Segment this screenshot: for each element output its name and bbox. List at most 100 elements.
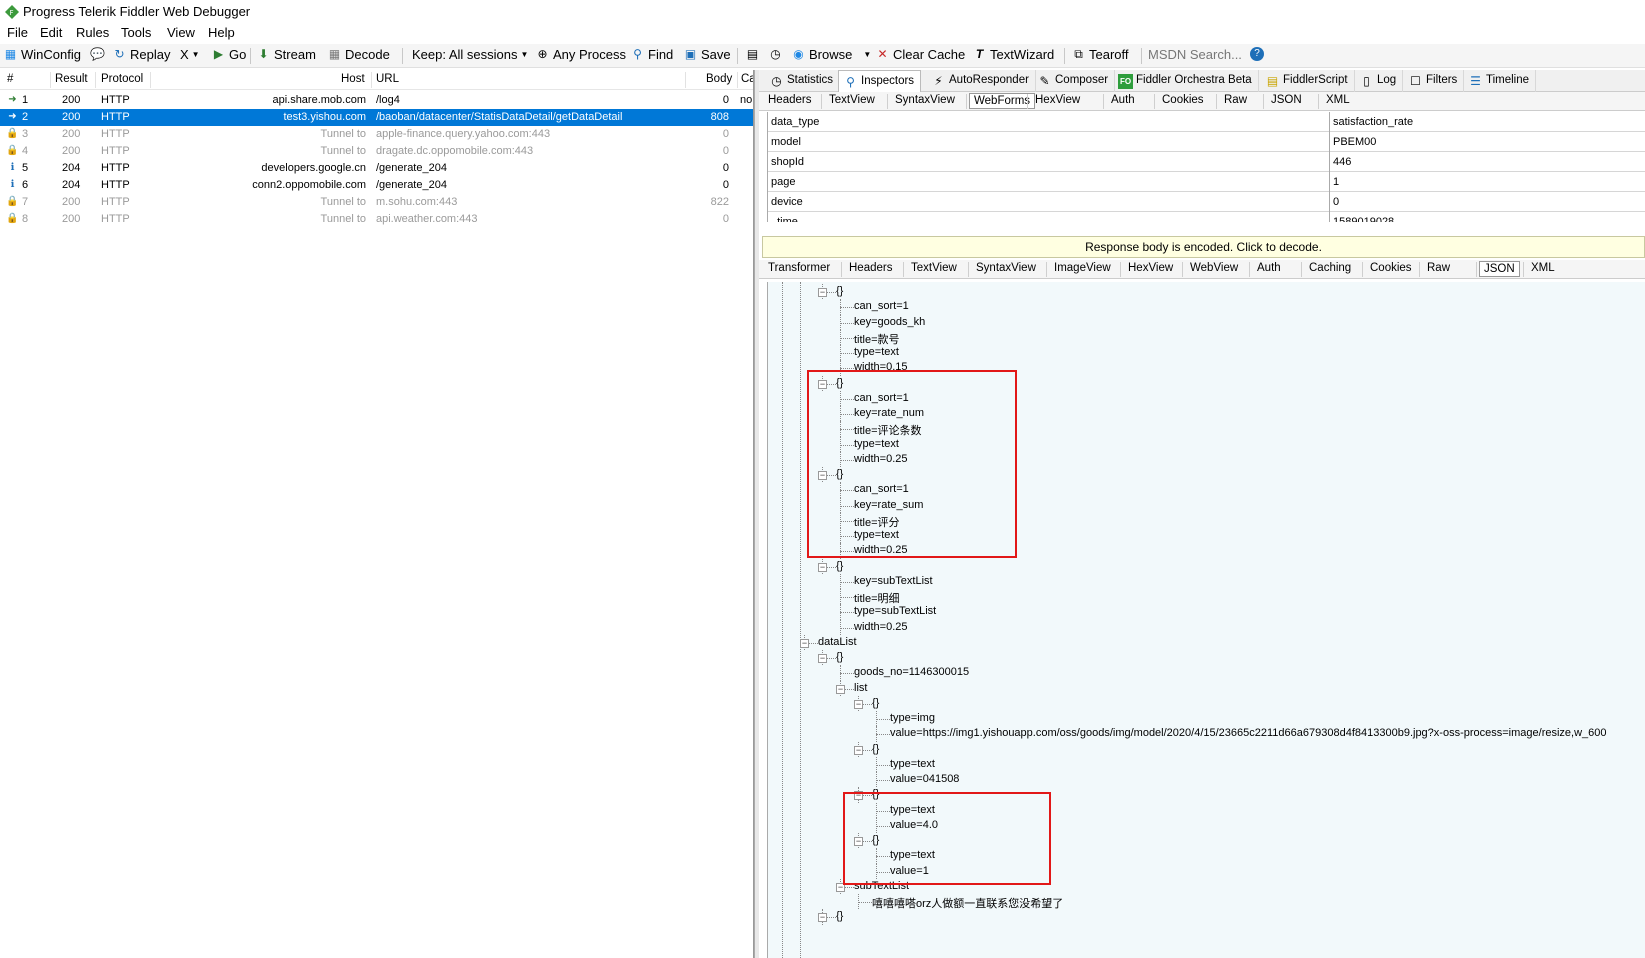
tab-fiddler-orchestra[interactable]: FO Fiddler Orchestra Beta xyxy=(1114,70,1259,92)
tree-node-leaf[interactable]: type=text xyxy=(890,758,935,770)
request-tab-hexview[interactable]: HexView xyxy=(1035,94,1080,106)
tree-node-leaf[interactable]: can_sort=1 xyxy=(854,300,909,312)
session-row[interactable]: ➜ 1 200 HTTP api.share.mob.com/log4 0 no xyxy=(0,92,753,109)
response-tab-xml[interactable]: XML xyxy=(1531,262,1555,274)
tree-node-object[interactable]: {} xyxy=(872,697,879,709)
collapse-toggle-icon[interactable]: − xyxy=(818,288,827,297)
column-url[interactable]: URL xyxy=(376,73,399,85)
session-row[interactable]: ℹ 5 204 HTTP developers.google.cn/generate_2… xyxy=(0,160,753,177)
textwizard-button[interactable]: T TextWizard xyxy=(972,47,1054,62)
keep-sessions-dropdown[interactable]: Keep: All sessions ▼ xyxy=(412,47,528,62)
request-tab-textview[interactable]: TextView xyxy=(829,94,875,106)
request-tab-cookies[interactable]: Cookies xyxy=(1162,94,1204,106)
tree-node-leaf[interactable]: key=subTextList xyxy=(854,575,933,587)
tree-node-leaf[interactable]: type=img xyxy=(890,712,935,724)
msdn-search-input[interactable]: MSDN Search... xyxy=(1148,47,1242,62)
column-divider[interactable] xyxy=(737,72,738,88)
tearoff-button[interactable]: ⧉ Tearoff xyxy=(1071,47,1128,62)
tree-node-leaf[interactable]: type=subTextList xyxy=(854,605,936,617)
webform-row[interactable]: device 0 xyxy=(768,192,1645,212)
response-tab-webview[interactable]: WebView xyxy=(1190,262,1238,274)
find-button[interactable]: ⚲ Find xyxy=(630,47,673,62)
tab-fiddlerscript[interactable]: ▤ FiddlerScript xyxy=(1261,70,1355,92)
menu-view[interactable]: View xyxy=(167,25,195,40)
column-result[interactable]: Result xyxy=(55,73,88,85)
response-tab-raw[interactable]: Raw xyxy=(1427,262,1450,274)
screenshot-button[interactable]: ▤ xyxy=(745,47,760,62)
menu-edit[interactable]: Edit xyxy=(40,25,62,40)
tab-autoresponder[interactable]: ⚡ AutoResponder xyxy=(927,70,1036,92)
session-row[interactable]: ℹ 6 204 HTTP conn2.oppomobile.com/generate_2… xyxy=(0,177,753,194)
save-button[interactable]: ▣ Save xyxy=(683,47,731,62)
tree-node-leaf[interactable]: key=goods_kh xyxy=(854,316,925,328)
webform-row[interactable]: shopId 446 xyxy=(768,152,1645,172)
collapse-toggle-icon[interactable]: − xyxy=(800,638,809,648)
tree-node-object[interactable]: {} xyxy=(836,910,843,922)
menu-help[interactable]: Help xyxy=(208,25,235,40)
response-tab-caching[interactable]: Caching xyxy=(1309,262,1351,274)
response-tab-textview[interactable]: TextView xyxy=(911,262,957,274)
column-protocol[interactable]: Protocol xyxy=(101,73,143,85)
request-tab-json[interactable]: JSON xyxy=(1271,94,1302,106)
column-divider[interactable] xyxy=(50,72,51,88)
collapse-toggle-icon[interactable]: − xyxy=(854,745,863,755)
webform-row[interactable]: page 1 xyxy=(768,172,1645,192)
request-tab-raw[interactable]: Raw xyxy=(1224,94,1247,106)
response-tab-cookies[interactable]: Cookies xyxy=(1370,262,1412,274)
menu-file[interactable]: File xyxy=(7,25,28,40)
response-tab-syntaxview[interactable]: SyntaxView xyxy=(976,262,1036,274)
session-row[interactable]: ➜ 2 200 HTTP test3.yishou.com/baoban/datacen… xyxy=(0,109,753,126)
collapse-toggle-icon[interactable]: − xyxy=(818,913,827,923)
clear-cache-button[interactable]: ✕ Clear Cache xyxy=(875,47,965,62)
session-row[interactable]: 🔒 7 200 HTTP Tunnel to m.sohu.com:443 822 xyxy=(0,194,753,211)
webforms-column-divider[interactable] xyxy=(1329,112,1330,222)
help-button[interactable]: ? xyxy=(1250,47,1264,61)
menu-rules[interactable]: Rules xyxy=(76,25,109,40)
tree-node-object[interactable]: list xyxy=(854,682,867,694)
tree-node-leaf[interactable]: value=041508 xyxy=(890,773,959,785)
response-tab-transformer[interactable]: Transformer xyxy=(768,262,830,274)
request-tab-xml[interactable]: XML xyxy=(1326,94,1350,106)
tree-node-leaf[interactable]: type=text xyxy=(854,346,899,358)
tree-node-object[interactable]: {} xyxy=(872,743,879,755)
webform-row[interactable]: model PBEM00 xyxy=(768,132,1645,152)
session-row[interactable]: 🔒 8 200 HTTP Tunnel to api.weather.com:443 0 xyxy=(0,211,753,228)
collapse-toggle-icon[interactable]: − xyxy=(818,562,827,572)
browse-button[interactable]: ◉ Browse ▼ xyxy=(791,47,871,62)
any-process-button[interactable]: ⊕ Any Process xyxy=(535,47,626,62)
request-tab-syntaxview[interactable]: SyntaxView xyxy=(895,94,955,106)
winconfig-button[interactable]: ▦ WinConfig xyxy=(3,47,81,62)
collapse-toggle-icon[interactable]: − xyxy=(854,699,863,709)
column-host[interactable]: Host xyxy=(341,73,365,85)
comment-button[interactable]: 💬 xyxy=(90,47,105,62)
tree-node-leaf[interactable]: 嘻嘻嘻嗒orz人做额一直联系您没希望了 xyxy=(872,895,1063,911)
column-number[interactable]: # xyxy=(7,73,13,85)
response-tab-hexview[interactable]: HexView xyxy=(1128,262,1173,274)
tab-timeline[interactable]: ☰ Timeline xyxy=(1464,70,1537,92)
column-body[interactable]: Body xyxy=(706,73,732,85)
tab-inspectors[interactable]: ⚲ Inspectors xyxy=(838,70,922,92)
column-divider[interactable] xyxy=(685,72,686,88)
webform-row[interactable]: _time 1589019028 xyxy=(768,212,1645,222)
tree-node-leaf[interactable]: title=款号 xyxy=(854,331,900,347)
column-divider[interactable] xyxy=(95,72,96,88)
tree-node-leaf[interactable]: title=明细 xyxy=(854,590,900,606)
response-tab-headers[interactable]: Headers xyxy=(849,262,892,274)
go-button[interactable]: ▶ Go xyxy=(211,47,246,62)
tree-node-object[interactable]: dataList xyxy=(818,636,857,648)
decode-notice-bar[interactable]: Response body is encoded. Click to decod… xyxy=(762,236,1645,258)
request-tab-webforms[interactable]: WebForms xyxy=(969,93,1036,109)
column-divider[interactable] xyxy=(371,72,372,88)
tab-log[interactable]: ▯ Log xyxy=(1355,70,1404,92)
response-tab-imageview[interactable]: ImageView xyxy=(1054,262,1111,274)
timer-button[interactable]: ◷ xyxy=(768,47,783,62)
session-row[interactable]: 🔒 4 200 HTTP Tunnel to dragate.dc.oppomobile.… xyxy=(0,143,753,160)
tree-node-object[interactable]: {} xyxy=(836,285,843,297)
tree-node-leaf[interactable]: value=https://img1.yishouapp.com/oss/goo… xyxy=(890,727,1607,739)
menu-tools[interactable]: Tools xyxy=(121,25,151,40)
tree-node-leaf[interactable]: width=0.25 xyxy=(854,621,908,633)
webform-row[interactable]: data_type satisfaction_rate xyxy=(768,112,1645,132)
request-tab-auth[interactable]: Auth xyxy=(1111,94,1135,106)
tree-node-object[interactable]: {} xyxy=(836,651,843,663)
column-caching[interactable]: Ca xyxy=(741,73,753,85)
